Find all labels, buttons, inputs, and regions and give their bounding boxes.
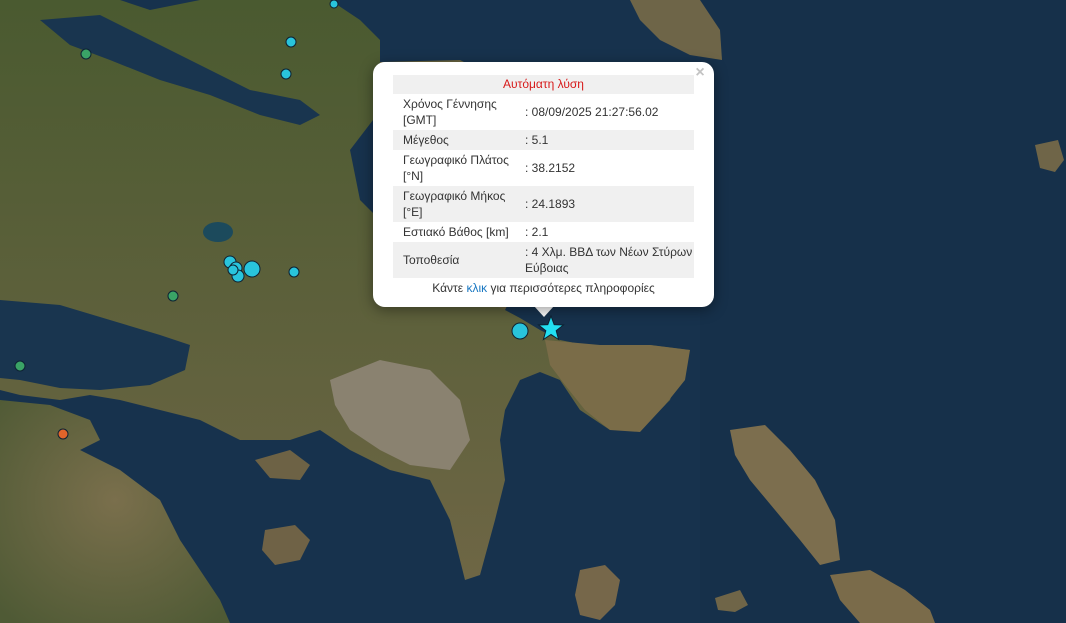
depth-value: : 2.1 xyxy=(525,225,549,239)
popup-title: Αυτόματη λύση xyxy=(393,75,694,94)
event-popup: × Αυτόματη λύση Χρόνος Γέννησης [GMT] : 0… xyxy=(373,62,714,307)
magnitude-value: : 5.1 xyxy=(515,130,694,150)
lake xyxy=(203,222,233,242)
magnitude-label: Μέγεθος xyxy=(393,130,515,150)
table-row: Χρόνος Γέννησης [GMT] : 08/09/2025 21:27:… xyxy=(393,94,694,130)
earthquake-circle-icon[interactable] xyxy=(80,48,92,60)
earthquake-circle-icon[interactable] xyxy=(227,264,239,276)
more-info-line: Κάντε κλικ για περισσότερες πληροφορίες xyxy=(393,281,694,295)
close-icon[interactable]: × xyxy=(692,65,708,81)
longitude-value: : 24.1893 xyxy=(515,186,694,222)
earthquake-circle-icon[interactable] xyxy=(280,68,292,80)
table-row: Εστιακό Βάθος [km] : 2.1 xyxy=(393,222,694,242)
table-row: Μέγεθος: 5.1 xyxy=(393,130,694,150)
latitude-label: Γεωγραφικό Πλάτος [°N] xyxy=(403,153,509,183)
earthquake-circle-icon[interactable] xyxy=(14,360,26,372)
more-info-link[interactable]: κλικ xyxy=(466,281,487,295)
earthquake-circle-icon[interactable] xyxy=(243,260,261,278)
depth-label: Εστιακό Βάθος [km] xyxy=(403,225,509,239)
table-row: Τοποθεσία: 4 Χλμ. ΒΒΔ των Νέων Στύρων Εύ… xyxy=(393,242,694,278)
longitude-label: Γεωγραφικό Μήκος [°E] xyxy=(393,186,515,222)
earthquake-circle-icon[interactable] xyxy=(329,0,339,9)
earthquake-circle-icon[interactable] xyxy=(288,266,300,278)
open-sea-east xyxy=(700,0,1066,623)
earthquake-circle-icon[interactable] xyxy=(285,36,297,48)
location-label: Τοποθεσία xyxy=(393,242,515,278)
origin-time-label: Χρόνος Γέννησης [GMT] xyxy=(403,97,497,127)
latitude-value: : 38.2152 xyxy=(525,161,576,175)
table-row: Γεωγραφικό Πλάτος [°N] : 38.2152 xyxy=(393,150,694,186)
more-info-prefix: Κάντε xyxy=(432,281,464,295)
table-row: Γεωγραφικό Μήκος [°E]: 24.1893 xyxy=(393,186,694,222)
more-info-suffix: για περισσότερες πληροφορίες xyxy=(490,281,655,295)
earthquake-circle-icon[interactable] xyxy=(511,322,529,340)
popup-pointer xyxy=(534,306,554,317)
location-value: : 4 Χλμ. ΒΒΔ των Νέων Στύρων Εύβοιας xyxy=(515,242,694,278)
earthquake-circle-icon[interactable] xyxy=(167,290,179,302)
earthquake-circle-icon[interactable] xyxy=(57,428,69,440)
origin-time-value: : 08/09/2025 21:27:56.02 xyxy=(525,105,659,119)
event-info-table: Χρόνος Γέννησης [GMT] : 08/09/2025 21:27:… xyxy=(393,94,694,278)
